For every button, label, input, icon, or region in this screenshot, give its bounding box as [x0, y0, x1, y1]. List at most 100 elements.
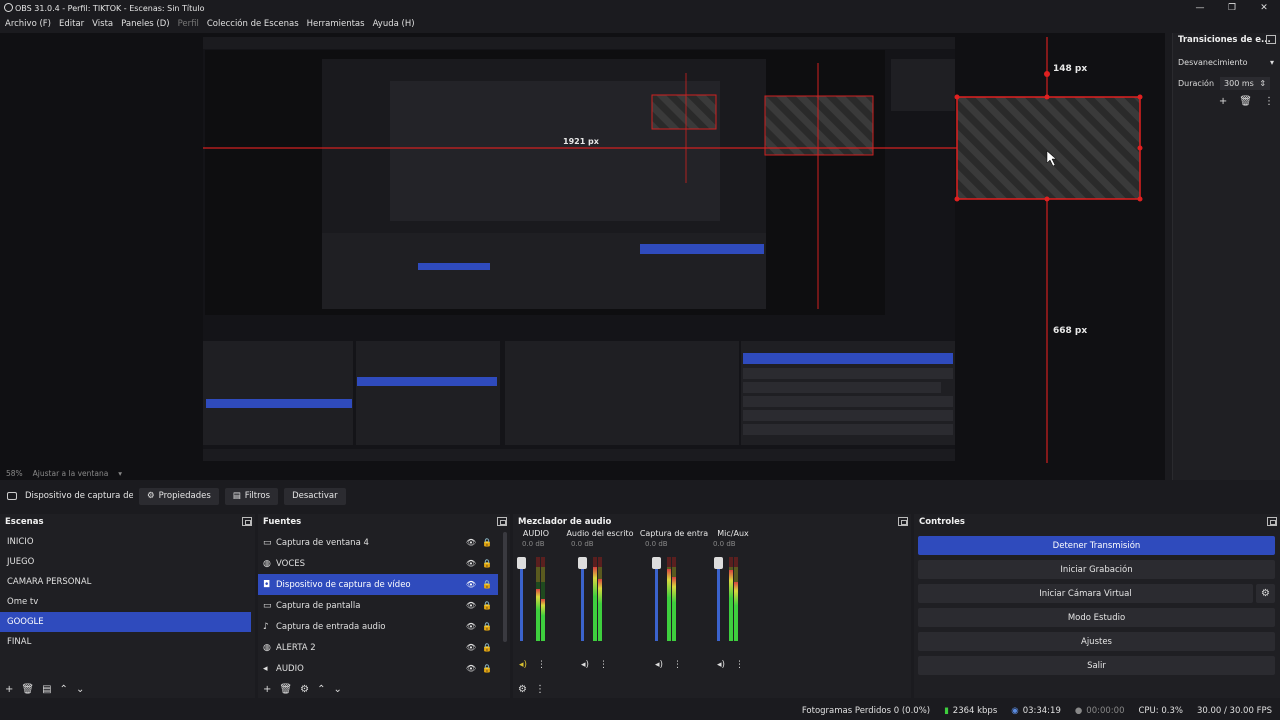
- preview-canvas[interactable]: 148 px 668 px 1921 px: [0, 33, 1165, 480]
- stream-icon: ◉: [1011, 705, 1019, 716]
- menu-vista[interactable]: Vista: [92, 19, 113, 29]
- filter-icon: ▤: [232, 491, 241, 501]
- delete-transition-icon[interactable]: 🗑: [1239, 96, 1252, 107]
- eye-icon[interactable]: 👁: [466, 622, 476, 631]
- start-recording-button[interactable]: Iniciar Grabación: [918, 560, 1275, 579]
- eye-icon[interactable]: 👁: [466, 643, 476, 652]
- deactivate-button[interactable]: Desactivar: [284, 487, 346, 505]
- lock-icon[interactable]: 🔒: [482, 580, 492, 589]
- eye-icon[interactable]: 👁: [466, 601, 476, 610]
- filters-button[interactable]: ▤ Filtros: [224, 487, 279, 505]
- more-options-icon[interactable]: ⋮: [535, 684, 545, 695]
- stop-streaming-button[interactable]: Detener Transmisión: [918, 536, 1275, 555]
- speaker-icon: ◂: [263, 663, 268, 674]
- transitions-dock: Transiciones de e... Desvanecimiento ▾ Du…: [1172, 33, 1280, 480]
- close-button[interactable]: ✕: [1248, 0, 1280, 16]
- eye-icon[interactable]: 👁: [466, 580, 476, 589]
- eye-icon[interactable]: 👁: [466, 559, 476, 568]
- move-down-icon[interactable]: ⌄: [333, 684, 341, 695]
- source-item[interactable]: ♪ Captura de entrada audio 👁 🔒: [258, 616, 498, 637]
- speaker-icon[interactable]: ◂): [717, 660, 725, 670]
- duration-spinbox[interactable]: 300 ms ⇕: [1220, 77, 1271, 90]
- mixer-channel: Captura de entra 0.0 dB: [639, 529, 709, 669]
- source-item[interactable]: ◍ ALERTA 2 👁 🔒: [258, 637, 498, 658]
- exit-button[interactable]: Salir: [918, 656, 1275, 675]
- fader-knob[interactable]: [714, 557, 723, 569]
- advanced-audio-icon[interactable]: ⚙: [518, 684, 527, 695]
- chevron-down-icon[interactable]: ▾: [118, 469, 122, 478]
- source-properties-icon[interactable]: ⚙: [300, 684, 309, 695]
- add-transition-icon[interactable]: +: [1219, 96, 1227, 107]
- scene-item[interactable]: CAMARA PERSONAL: [0, 572, 251, 592]
- volume-fader[interactable]: [714, 557, 723, 641]
- popout-icon[interactable]: [242, 517, 252, 526]
- maximize-button[interactable]: ❐: [1216, 0, 1248, 16]
- scene-filters-icon[interactable]: ▤: [42, 684, 51, 695]
- menu-editar[interactable]: Editar: [59, 19, 84, 29]
- move-up-icon[interactable]: ⌃: [60, 684, 68, 695]
- studio-mode-button[interactable]: Modo Estudio: [918, 608, 1275, 627]
- lock-icon[interactable]: 🔒: [482, 538, 492, 547]
- eye-icon[interactable]: 👁: [466, 664, 476, 673]
- popout-icon[interactable]: [1267, 517, 1277, 526]
- zoom-mode[interactable]: Ajustar a la ventana: [33, 469, 109, 478]
- speaker-icon[interactable]: ◂): [655, 660, 663, 670]
- source-item[interactable]: ▭ Captura de pantalla 👁 🔒: [258, 595, 498, 616]
- more-options-icon[interactable]: ⋮: [1264, 96, 1274, 107]
- lock-icon[interactable]: 🔒: [482, 601, 492, 610]
- more-options-icon[interactable]: ⋮: [599, 660, 608, 670]
- popout-icon[interactable]: [497, 517, 507, 526]
- lock-icon[interactable]: 🔒: [482, 559, 492, 568]
- source-item[interactable]: ◂ AUDIO 👁 🔒: [258, 658, 498, 679]
- speaker-icon[interactable]: ◂): [581, 660, 589, 670]
- menu-paneles[interactable]: Paneles (D): [121, 19, 169, 29]
- channel-name: Audio del escrito: [566, 529, 634, 538]
- properties-button[interactable]: ⚙ Propiedades: [139, 487, 219, 505]
- popout-icon[interactable]: [898, 517, 908, 526]
- scene-item-selected[interactable]: GOOGLE: [0, 612, 251, 632]
- scene-item[interactable]: INICIO: [0, 532, 251, 552]
- lock-icon[interactable]: 🔒: [482, 622, 492, 631]
- volume-fader[interactable]: [652, 557, 661, 641]
- add-source-icon[interactable]: +: [263, 684, 271, 695]
- volume-fader[interactable]: [517, 557, 526, 641]
- menu-herramientas[interactable]: Herramientas: [307, 19, 365, 29]
- menu-perfil[interactable]: Perfil: [178, 19, 199, 29]
- minimize-button[interactable]: —: [1184, 0, 1216, 16]
- scene-item[interactable]: FINAL: [0, 632, 251, 652]
- menu-ayuda[interactable]: Ayuda (H): [373, 19, 415, 29]
- scene-item[interactable]: Ome tv: [0, 592, 251, 612]
- lock-icon[interactable]: 🔒: [482, 643, 492, 652]
- sources-scrollbar[interactable]: [503, 532, 507, 642]
- gear-icon[interactable]: ⚙: [1256, 584, 1275, 603]
- spin-arrows-icon[interactable]: ⇕: [1259, 79, 1266, 88]
- delete-source-icon[interactable]: 🗑: [279, 684, 292, 695]
- transition-select[interactable]: Desvanecimiento ▾: [1178, 55, 1274, 69]
- add-scene-icon[interactable]: +: [5, 684, 13, 695]
- fader-knob[interactable]: [517, 557, 526, 569]
- settings-button[interactable]: Ajustes: [918, 632, 1275, 651]
- preview-zoom[interactable]: 58% Ajustar a la ventana ▾: [6, 469, 122, 478]
- source-item-selected[interactable]: ◘ Dispositivo de captura de vídeo 👁 🔒: [258, 574, 498, 595]
- lock-icon[interactable]: 🔒: [482, 664, 492, 673]
- menu-archivo[interactable]: Archivo (F): [5, 19, 51, 29]
- more-options-icon[interactable]: ⋮: [673, 660, 682, 670]
- move-up-icon[interactable]: ⌃: [317, 684, 325, 695]
- source-item[interactable]: ▭ Captura de ventana 4 👁 🔒: [258, 532, 498, 553]
- popout-icon[interactable]: [1266, 35, 1276, 44]
- source-item[interactable]: ◍ VOCES 👁 🔒: [258, 553, 498, 574]
- scenes-title: Escenas: [5, 516, 44, 527]
- fader-knob[interactable]: [652, 557, 661, 569]
- delete-scene-icon[interactable]: 🗑: [21, 684, 34, 695]
- start-virtual-camera-button[interactable]: Iniciar Cámara Virtual: [918, 584, 1253, 603]
- more-options-icon[interactable]: ⋮: [537, 660, 546, 670]
- more-options-icon[interactable]: ⋮: [735, 660, 744, 670]
- move-down-icon[interactable]: ⌄: [76, 684, 84, 695]
- scene-item[interactable]: JUEGO: [0, 552, 251, 572]
- fader-knob[interactable]: [578, 557, 587, 569]
- volume-fader[interactable]: [578, 557, 587, 641]
- menu-coleccion-escenas[interactable]: Colección de Escenas: [207, 19, 299, 29]
- selected-source-box[interactable]: [956, 96, 1141, 200]
- speaker-icon[interactable]: ◂): [519, 660, 527, 670]
- eye-icon[interactable]: 👁: [466, 538, 476, 547]
